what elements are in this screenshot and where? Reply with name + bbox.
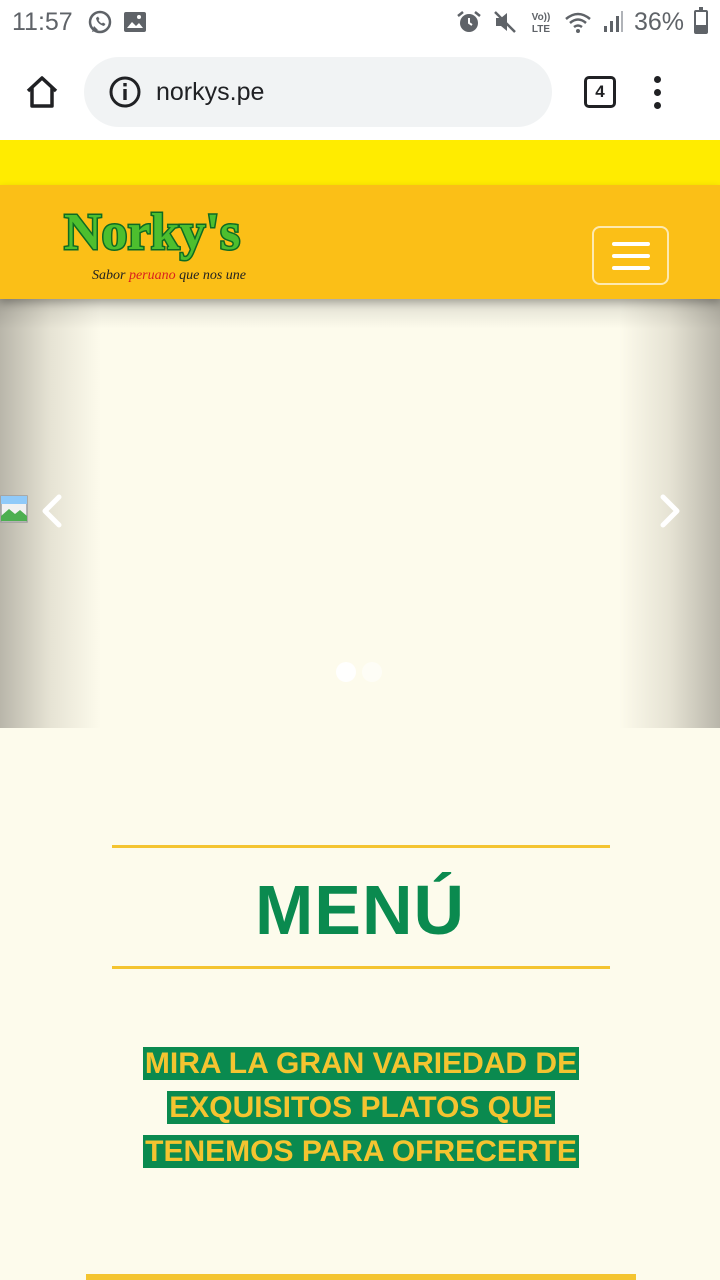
volte-icon: Vo)) LTE (528, 9, 554, 35)
divider-line (112, 966, 610, 969)
home-icon (26, 76, 58, 108)
address-bar[interactable]: norkys.pe (84, 57, 552, 127)
battery-icon (694, 7, 708, 34)
hamburger-line (611, 253, 650, 258)
carousel-indicator-dot[interactable] (362, 662, 382, 682)
norkys-logo[interactable]: Norky's Sabor peruano que nos une (62, 197, 262, 287)
kebab-dot (653, 88, 661, 96)
menu-subtitle: MIRA LA GRAN VARIEDAD DE EXQUISITOS PLAT… (96, 1042, 626, 1174)
battery-percent: 36% (633, 7, 684, 36)
whatsapp-icon (87, 9, 113, 35)
site-header: Norky's Sabor peruano que nos une (0, 185, 720, 299)
overflow-menu-button[interactable] (652, 75, 662, 109)
status-time: 11:57 (12, 7, 73, 36)
hamburger-line (611, 265, 650, 270)
browser-toolbar: norkys.pe 4 (0, 44, 720, 140)
section-bottom-bar (86, 1274, 636, 1280)
tab-switcher-button[interactable]: 4 (584, 76, 616, 108)
signal-icon (602, 10, 624, 34)
kebab-dot (653, 75, 661, 83)
home-button[interactable] (0, 44, 84, 140)
top-strip (0, 140, 720, 185)
svg-text:LTE: LTE (532, 24, 550, 35)
wifi-icon (564, 10, 592, 34)
hamburger-menu-button[interactable] (592, 226, 669, 285)
menu-subtitle-text: MIRA LA GRAN VARIEDAD DE EXQUISITOS PLAT… (142, 1047, 580, 1168)
carousel-indicators (336, 662, 382, 682)
kebab-dot (653, 101, 661, 109)
mute-icon (492, 9, 518, 35)
hamburger-line (611, 241, 650, 246)
logo-text: Norky's (64, 204, 240, 261)
carousel-next-icon[interactable] (654, 493, 684, 529)
divider-line (112, 845, 610, 848)
carousel-indicator-dot[interactable] (336, 662, 356, 682)
svg-text:Vo)): Vo)) (532, 12, 551, 23)
svg-text:Sabor peruano que: Sabor peruano que nos une (92, 268, 246, 283)
menu-title: MENÚ (254, 871, 466, 949)
carousel-prev-icon[interactable] (38, 493, 68, 529)
image-icon (123, 11, 147, 33)
url-text: norkys.pe (156, 77, 265, 106)
alarm-icon (456, 9, 482, 35)
hero-carousel[interactable] (0, 299, 720, 728)
status-bar: 11:57 Vo)) LTE 36% (0, 0, 720, 44)
info-icon (109, 76, 141, 108)
menu-section: MENÚ MIRA LA GRAN VARIEDAD DE EXQUISITOS… (0, 728, 720, 1280)
tagline-part2: que nos une (179, 268, 246, 283)
tagline-highlight: peruano (128, 268, 176, 283)
tagline-part1: Sabor (92, 268, 126, 283)
broken-image-icon (0, 495, 28, 523)
carousel-shadow (0, 299, 720, 329)
